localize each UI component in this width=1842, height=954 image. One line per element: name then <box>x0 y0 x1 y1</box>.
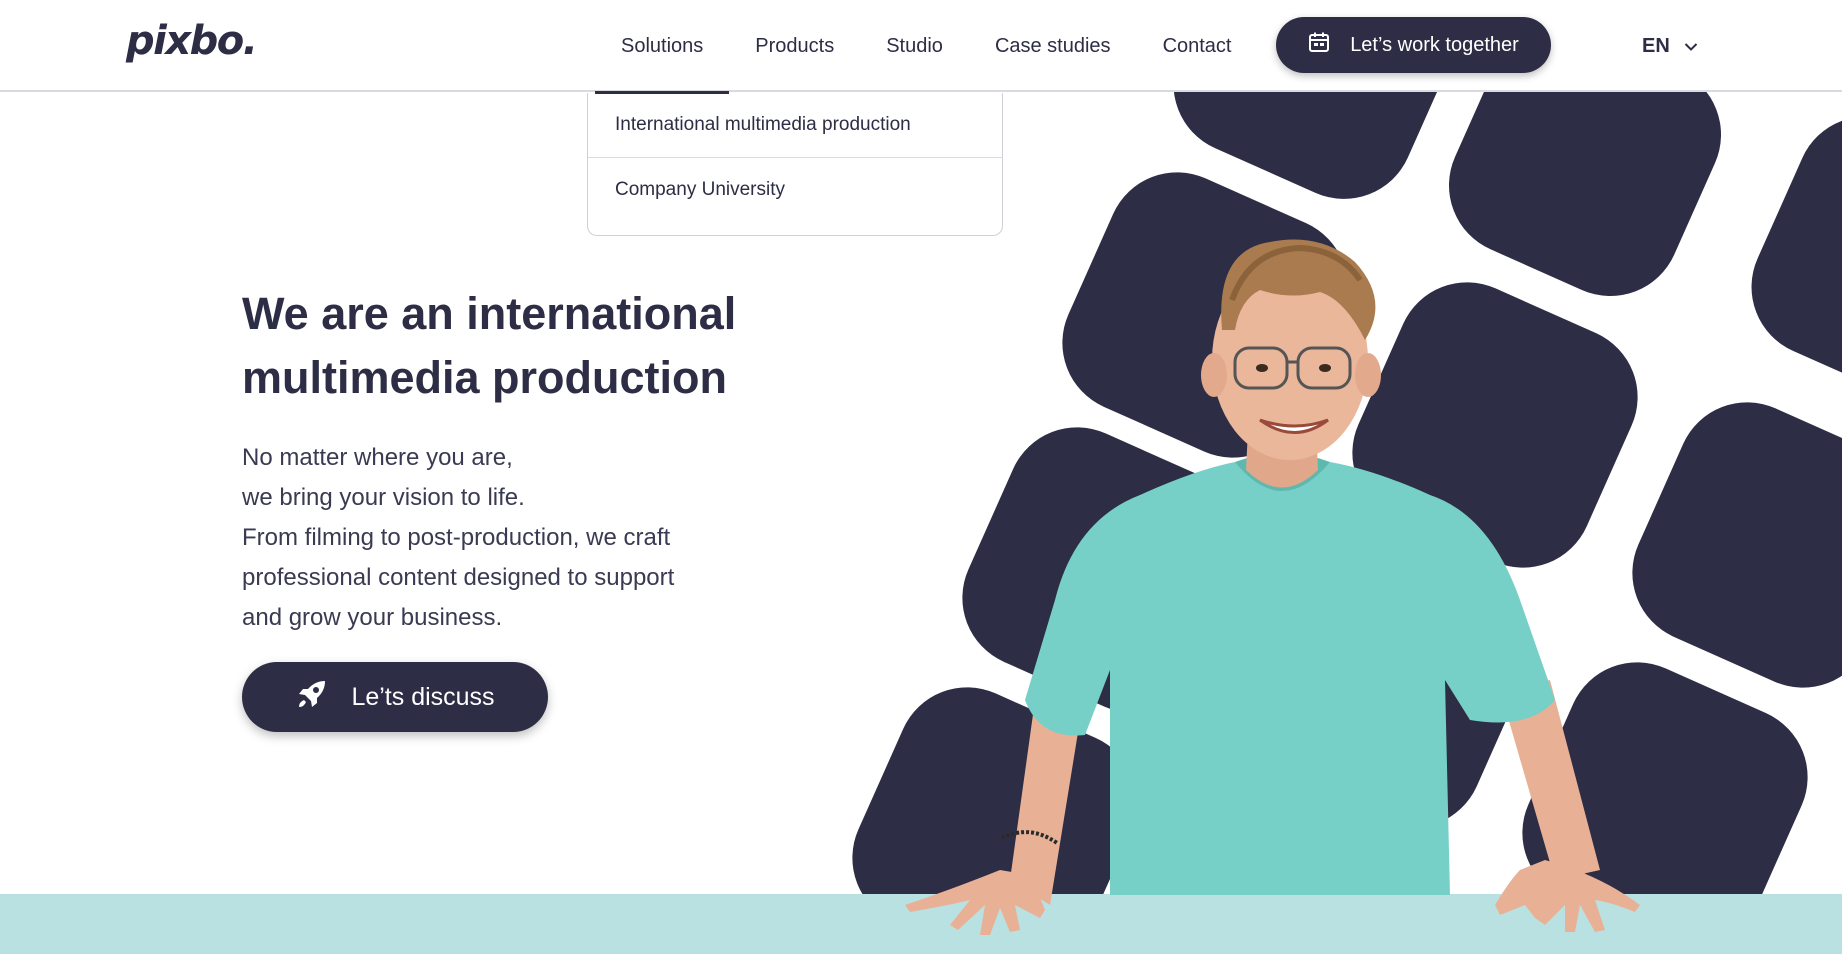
work-together-button[interactable]: Let’s work together <box>1276 17 1551 73</box>
work-together-label: Let’s work together <box>1350 33 1519 56</box>
solutions-dropdown: International multimedia production Comp… <box>587 93 1003 236</box>
main-nav: Solutions Products Studio Case studies C… <box>595 0 1258 94</box>
nav-products[interactable]: Products <box>729 0 860 92</box>
dropdown-item-international-multimedia-production[interactable]: International multimedia production <box>588 93 1002 157</box>
language-label: EN <box>1642 34 1670 57</box>
nav-contact[interactable]: Contact <box>1137 0 1258 92</box>
calendar-icon <box>1308 31 1330 59</box>
pixbo-logo[interactable]: pixbo. <box>126 18 258 64</box>
chevron-down-icon <box>1684 35 1698 58</box>
nav-studio[interactable]: Studio <box>860 0 969 92</box>
nav-solutions[interactable]: Solutions <box>595 0 730 94</box>
language-selector[interactable]: EN <box>1642 0 1698 92</box>
dropdown-item-company-university[interactable]: Company University <box>588 157 1002 221</box>
nav-case-studies[interactable]: Case studies <box>969 0 1137 92</box>
site-header: pixbo. Solutions Products Studio Case st… <box>0 0 1842 94</box>
